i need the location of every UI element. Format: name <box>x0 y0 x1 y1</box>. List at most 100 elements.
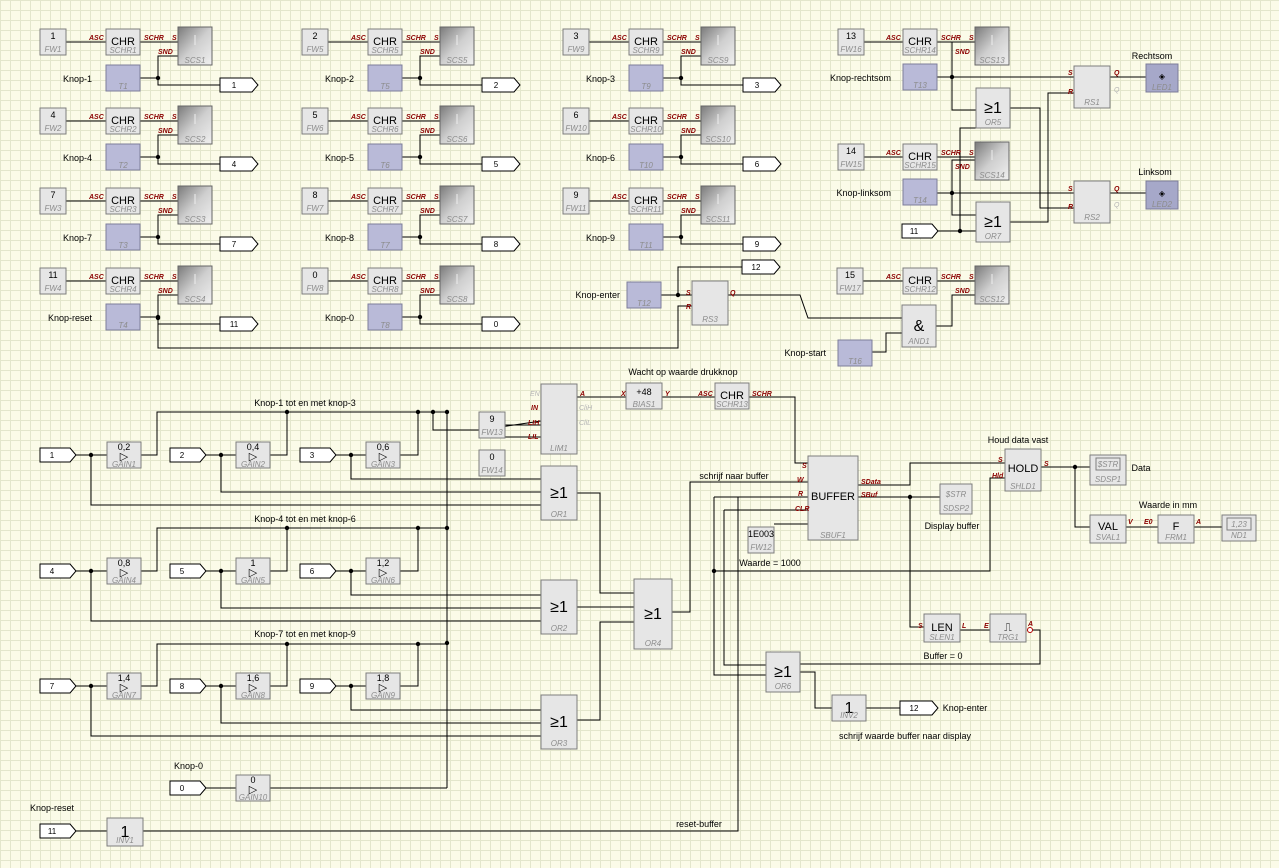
block-id: ND1 <box>1231 531 1247 540</box>
block-id: SDSP2 <box>943 504 970 513</box>
wire <box>140 134 178 158</box>
input-terminal[interactable] <box>169 563 207 579</box>
bias-value: +48 <box>636 387 651 397</box>
schrijf-caption: schrijf naar buffer <box>699 471 768 481</box>
input-terminal[interactable] <box>299 447 337 463</box>
input-terminal[interactable] <box>169 678 207 694</box>
connector-value: 12 <box>910 704 919 713</box>
block-id: SCS5 <box>447 56 468 65</box>
pin-a: A <box>1027 621 1033 628</box>
numeric-display-value: 1,23 <box>1231 520 1247 529</box>
input-terminal[interactable] <box>169 780 207 796</box>
pin-s: S <box>686 290 691 297</box>
pin-clil: CliL <box>579 420 591 427</box>
fixed-value: 14 <box>846 146 856 156</box>
pin-schr: SCHR <box>406 194 426 201</box>
block-id: T11 <box>639 241 652 250</box>
block-id: SVAL1 <box>1096 533 1120 542</box>
fixed-value: 7 <box>50 190 55 200</box>
connector-value: 3 <box>755 81 760 90</box>
pin-asc: ASC <box>611 114 628 121</box>
input-terminal[interactable] <box>299 563 337 579</box>
connector-value: 11 <box>910 227 919 236</box>
block-id: SCS13 <box>979 56 1005 65</box>
led-symbol: ◈ <box>1159 189 1166 198</box>
connector-value: 2 <box>494 81 499 90</box>
pin-r: R <box>686 304 691 311</box>
block-id: T1 <box>118 82 127 91</box>
input-terminal[interactable] <box>39 678 77 694</box>
output-terminal[interactable] <box>899 700 939 716</box>
wire <box>157 237 220 245</box>
wire <box>680 157 743 165</box>
pin-asc: ASC <box>885 150 902 157</box>
block-id: LED2 <box>1152 200 1173 209</box>
connector-value: 8 <box>180 682 185 691</box>
fixed-value: 9 <box>573 190 578 200</box>
pin-a: A <box>1195 519 1201 526</box>
block-id: SLEN1 <box>929 633 954 642</box>
output-terminal[interactable] <box>481 156 521 172</box>
output-terminal[interactable] <box>219 316 259 332</box>
input-terminal[interactable] <box>299 678 337 694</box>
gate-symbol: ≥1 <box>984 100 1002 117</box>
block-id: SCHR14 <box>904 46 936 55</box>
button-label: Knop-reset <box>48 313 93 323</box>
junction-dot <box>284 409 290 415</box>
pin-asc: ASC <box>350 194 367 201</box>
fixed-value: 8 <box>312 190 317 200</box>
fixed-value: 3 <box>573 31 578 41</box>
pin-schr: SCHR <box>144 114 164 121</box>
gate-symbol: ≥1 <box>550 714 568 731</box>
block-id: GAIN5 <box>241 576 266 585</box>
pin-schr: SCHR <box>941 35 961 42</box>
input-terminal[interactable] <box>901 223 939 239</box>
waarde-caption: Waarde = 1000 <box>739 558 800 568</box>
output-terminal[interactable] <box>219 156 259 172</box>
hold-symbol: HOLD <box>1008 463 1039 475</box>
pin-snd: SND <box>681 208 696 215</box>
input-terminal[interactable] <box>169 447 207 463</box>
knop-reset-caption: Knop-reset <box>30 803 75 813</box>
output-terminal[interactable] <box>219 236 259 252</box>
connector-value: 5 <box>494 160 499 169</box>
output-terminal[interactable] <box>742 236 782 252</box>
output-terminal[interactable] <box>481 316 521 332</box>
block-id: FW11 <box>566 204 587 213</box>
connector-value: 2 <box>180 451 185 460</box>
pin-s: S <box>1044 461 1049 468</box>
pin-asc: ASC <box>611 194 628 201</box>
display-buffer-caption: Display buffer <box>925 521 980 531</box>
input-terminal[interactable] <box>39 823 77 839</box>
block-id: SCHR4 <box>109 285 137 294</box>
block-id: OR6 <box>775 682 792 691</box>
wire <box>140 55 178 79</box>
pin-schr: SCHR <box>144 274 164 281</box>
output-terminal[interactable] <box>481 236 521 252</box>
input-terminal[interactable] <box>39 447 77 463</box>
group-caption: Knop-1 tot en met knop-3 <box>254 398 356 408</box>
output-terminal[interactable] <box>742 77 782 93</box>
block-id: GAIN9 <box>371 691 396 700</box>
input-terminal[interactable] <box>39 563 77 579</box>
wire <box>400 644 419 687</box>
pin-snd: SND <box>420 208 435 215</box>
block-id: FW10 <box>565 124 587 133</box>
pin-a: A <box>579 391 585 398</box>
wire <box>140 214 178 238</box>
wire <box>728 294 902 319</box>
fixed-value: 4 <box>50 110 55 120</box>
output-terminal[interactable] <box>741 259 781 275</box>
block-id: SCS6 <box>447 135 468 144</box>
output-terminal[interactable] <box>219 77 259 93</box>
block-id: T7 <box>380 241 390 250</box>
junction-dot <box>284 525 290 531</box>
pin-snd: SND <box>420 49 435 56</box>
block-id: SCS2 <box>185 135 206 144</box>
block-id: TRG1 <box>997 633 1018 642</box>
wire <box>157 317 220 325</box>
block-id: SCS7 <box>447 215 468 224</box>
output-terminal[interactable] <box>481 77 521 93</box>
output-terminal[interactable] <box>742 156 782 172</box>
wire <box>402 134 440 158</box>
